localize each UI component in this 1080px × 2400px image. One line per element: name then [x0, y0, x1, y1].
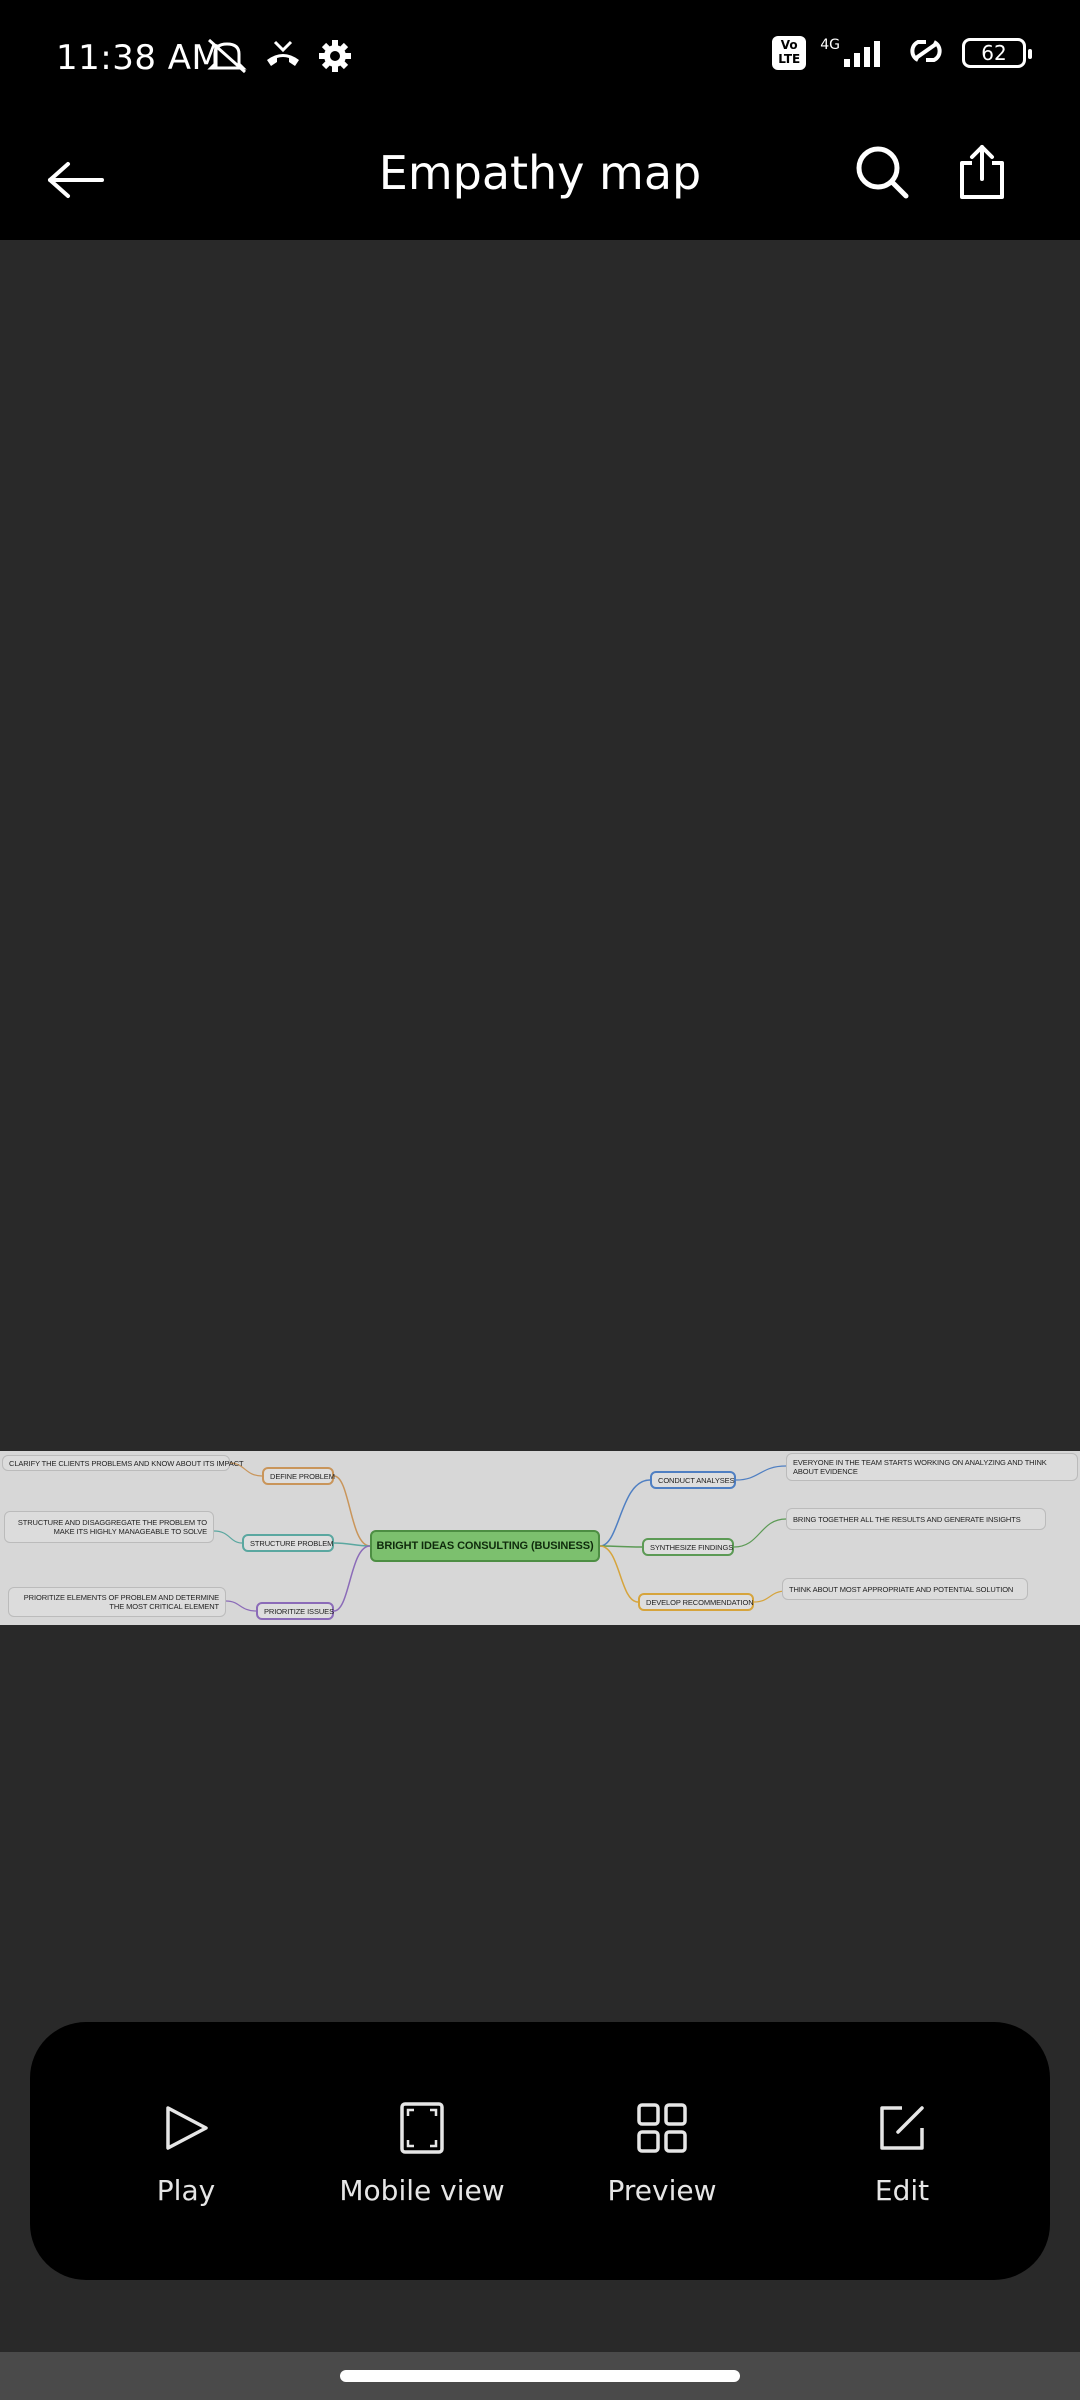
- mobile-view-icon: [394, 2100, 450, 2156]
- preview-button[interactable]: Preview: [542, 2022, 782, 2280]
- mobile-view-button[interactable]: Mobile view: [302, 2022, 542, 2280]
- mindmap-detail-synthesize[interactable]: BRING TOGETHER ALL THE RESULTS AND GENER…: [786, 1508, 1046, 1530]
- edit-button[interactable]: Edit: [782, 2022, 1022, 2280]
- search-button[interactable]: [846, 136, 918, 208]
- mindmap-node-prioritize-issues[interactable]: PRIORITIZE ISSUES: [256, 1602, 334, 1620]
- mindmap-node-develop-recommendation[interactable]: DEVELOP RECOMMENDATION: [638, 1593, 754, 1611]
- mindmap-node-conduct-analyses[interactable]: CONDUCT ANALYSES: [650, 1471, 736, 1489]
- page-title: Empathy map: [378, 146, 702, 200]
- edit-label: Edit: [874, 2174, 930, 2207]
- play-label: Play: [156, 2174, 216, 2207]
- mute-icon: [205, 36, 249, 80]
- share-button[interactable]: [946, 136, 1018, 208]
- status-bar: 11:38 AM Vo LTE 4G 62: [0, 0, 1080, 118]
- settings-gear-icon: [317, 38, 353, 78]
- mindmap-detail-develop[interactable]: THINK ABOUT MOST APPROPRIATE AND POTENTI…: [782, 1578, 1028, 1600]
- mindmap-node-synthesize-findings[interactable]: SYNTHESIZE FINDINGS: [642, 1538, 734, 1556]
- network-type: 4G: [820, 37, 840, 53]
- share-icon: [960, 145, 1004, 199]
- mindmap-detail-define[interactable]: CLARIFY THE CLIENTS PROBLEMS AND KNOW AB…: [2, 1455, 244, 1471]
- mindmap-node-structure-problem[interactable]: STRUCTURE PROBLEM: [242, 1534, 334, 1552]
- preview-label: Preview: [607, 2174, 717, 2207]
- system-nav-bar: [0, 2352, 1080, 2400]
- mindmap-node-define-problem[interactable]: DEFINE PROBLEM: [262, 1467, 335, 1485]
- mobile-view-label: Mobile view: [339, 2174, 505, 2207]
- home-gesture-handle[interactable]: [340, 2370, 740, 2382]
- signal-icon: 4G: [820, 37, 890, 69]
- status-time: 11:38 AM: [56, 38, 222, 78]
- call-missed-icon: [263, 38, 303, 78]
- play-button[interactable]: Play: [66, 2022, 306, 2280]
- grid-icon: [634, 2100, 690, 2156]
- search-icon: [856, 146, 909, 199]
- hotspot-link-icon: [904, 34, 948, 72]
- bottom-action-panel: Play Mobile view Preview Edit: [30, 2022, 1050, 2280]
- mindmap-detail-conduct[interactable]: EVERYONE IN THE TEAM STARTS WORKING ON A…: [786, 1453, 1078, 1481]
- edit-icon: [874, 2100, 930, 2156]
- mindmap-detail-prioritize[interactable]: PRIORITIZE ELEMENTS OF PROBLEM AND DETER…: [8, 1587, 226, 1617]
- battery-indicator: 62: [962, 38, 1032, 68]
- app-header: Empathy map: [0, 118, 1080, 240]
- mindmap-center-node[interactable]: BRIGHT IDEAS CONSULTING (BUSINESS): [370, 1530, 600, 1562]
- play-icon: [158, 2100, 214, 2156]
- mindmap-preview[interactable]: BRIGHT IDEAS CONSULTING (BUSINESS) DEFIN…: [0, 1451, 1080, 1625]
- volte-badge: Vo LTE: [772, 36, 807, 70]
- mindmap-detail-structure[interactable]: STRUCTURE AND DISAGGREGATE THE PROBLEM T…: [4, 1511, 214, 1543]
